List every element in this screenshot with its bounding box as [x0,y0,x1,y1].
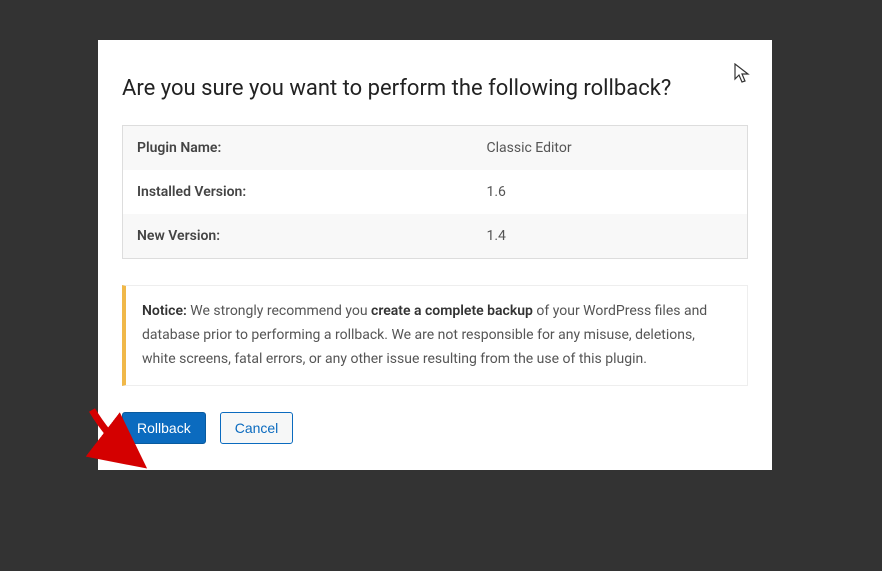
table-row: Plugin Name: Classic Editor [123,126,748,171]
installed-version-label: Installed Version: [123,170,473,214]
plugin-name-value: Classic Editor [473,126,748,171]
dialog-actions: Rollback Cancel [122,412,748,444]
dialog-title: Are you sure you want to perform the fol… [122,76,748,101]
rollback-confirm-dialog: Are you sure you want to perform the fol… [98,40,772,470]
new-version-value: 1.4 [473,214,748,259]
rollback-info-table: Plugin Name: Classic Editor Installed Ve… [122,125,748,259]
new-version-label: New Version: [123,214,473,259]
rollback-button[interactable]: Rollback [122,412,206,444]
table-row: New Version: 1.4 [123,214,748,259]
notice-box: Notice: We strongly recommend you create… [122,285,748,386]
cancel-button[interactable]: Cancel [220,412,294,444]
installed-version-value: 1.6 [473,170,748,214]
notice-strong: create a complete backup [371,303,533,319]
notice-prefix: Notice: [142,303,187,319]
table-row: Installed Version: 1.6 [123,170,748,214]
plugin-name-label: Plugin Name: [123,126,473,171]
notice-text-1: We strongly recommend you [187,303,371,319]
